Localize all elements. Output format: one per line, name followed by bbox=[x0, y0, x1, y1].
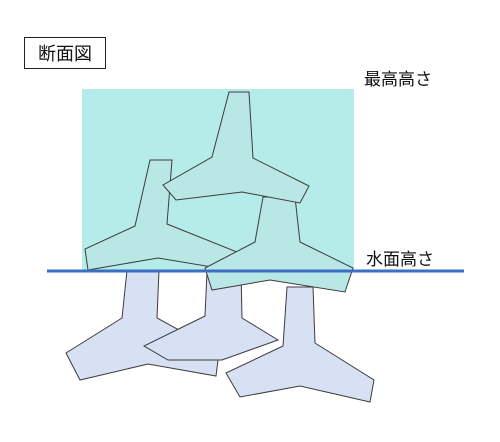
title-box: 断面図 bbox=[24, 37, 106, 69]
diagram-title: 断面図 bbox=[38, 44, 92, 65]
max-height-label: 最高高さ bbox=[364, 70, 432, 90]
water-height-label: 水面高さ bbox=[366, 250, 434, 270]
